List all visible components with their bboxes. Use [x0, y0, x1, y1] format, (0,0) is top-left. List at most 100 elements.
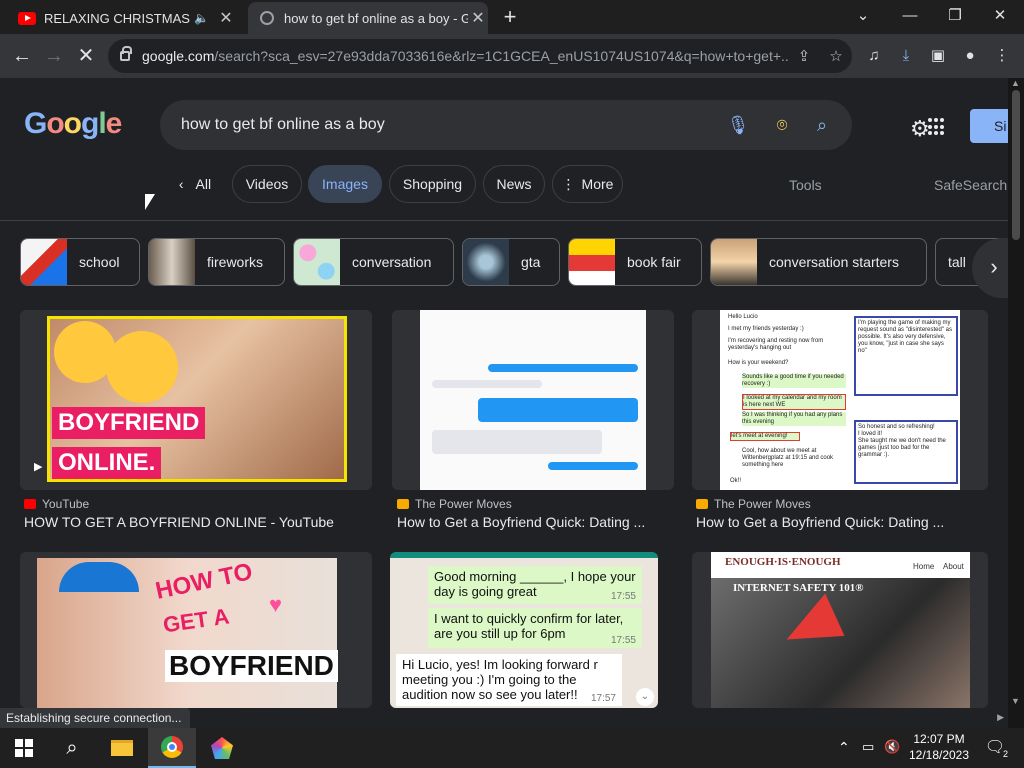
site-nav-about: About: [943, 562, 964, 571]
google-apps-icon[interactable]: [928, 118, 946, 136]
chevron-down-icon[interactable]: ⌄: [843, 4, 883, 28]
minimize-icon[interactable]: —: [890, 4, 930, 28]
lock-icon[interactable]: [120, 46, 132, 61]
chevron-up-icon[interactable]: ⌃: [838, 739, 850, 756]
chip-label: conversation starters: [769, 254, 899, 270]
profile-icon[interactable]: ●: [958, 44, 982, 68]
safesearch-button[interactable]: SafeSearch: [934, 177, 1007, 193]
share-icon[interactable]: ⇪: [788, 47, 820, 65]
forward-icon[interactable]: →: [42, 44, 66, 68]
result-3-image[interactable]: Hello Lucio I met my friends yesterday :…: [692, 310, 988, 490]
chrome-icon[interactable]: [148, 728, 196, 768]
speaker-icon[interactable]: 🔈: [194, 11, 216, 25]
tab-google-search[interactable]: how to get bf online as a boy - G ✕: [248, 2, 488, 34]
chat-text: Hello Lucio: [728, 314, 758, 320]
banner-text: INTERNET SAFETY 101®: [733, 582, 864, 594]
menu-kebab-icon[interactable]: ⋮: [990, 44, 1014, 68]
app-pentagon-icon[interactable]: [198, 728, 246, 768]
result-1-caption[interactable]: HOW TO GET A BOYFRIEND ONLINE - YouTube: [24, 514, 374, 530]
result-1-image[interactable]: BOYFRIEND ONLINE. ▶: [20, 310, 372, 490]
result-2-image[interactable]: [392, 310, 674, 490]
status-bar: Establishing secure connection...: [0, 708, 190, 728]
file-explorer-icon[interactable]: [98, 728, 146, 768]
window-close-icon[interactable]: ✕: [980, 4, 1020, 28]
chip-fireworks[interactable]: fireworks: [148, 238, 285, 286]
result-5-image[interactable]: Good morning ______, I hope your day is …: [390, 552, 658, 708]
bookmark-star-icon[interactable]: ☆: [820, 47, 852, 65]
microphone-icon[interactable]: 🎙: [726, 113, 750, 137]
scroll-down-arrow-icon[interactable]: ▼: [1011, 696, 1020, 706]
search-input[interactable]: how to get bf online as a boy: [181, 116, 385, 134]
website-screenshot: ENOUGH·IS·ENOUGH Home About INTERNET SAF…: [711, 552, 970, 708]
volume-muted-icon[interactable]: 🔇: [884, 739, 900, 755]
chat-text: I want to quickly confirm for later, are…: [434, 611, 624, 641]
new-tab-icon[interactable]: +: [498, 5, 522, 29]
media-control-icon[interactable]: ♫: [862, 44, 886, 68]
sign-in-button[interactable]: Si: [970, 109, 1008, 143]
taskbar-clock[interactable]: 12:07 PM 12/18/2023: [906, 732, 972, 762]
notification-count: 2: [1000, 749, 1010, 759]
annotation-box: So honest and so refreshing! I loved it!…: [854, 420, 958, 484]
result-3-source[interactable]: The Power Moves: [696, 497, 811, 511]
thumbnail-text: HOW TO: [153, 558, 255, 605]
restore-icon[interactable]: ❐: [935, 4, 975, 28]
side-panel-icon[interactable]: ▣: [926, 44, 950, 68]
filter-more[interactable]: ⋮ More: [552, 165, 623, 203]
gear-icon[interactable]: ⚙: [910, 116, 930, 142]
lens-camera-icon[interactable]: ⌾: [770, 113, 794, 137]
close-icon[interactable]: ✕: [216, 8, 236, 28]
source-label: The Power Moves: [714, 497, 811, 511]
back-icon[interactable]: ←: [10, 44, 34, 68]
chat-screenshot: Good morning ______, I hope your day is …: [390, 558, 658, 708]
result-6-image[interactable]: ENOUGH·IS·ENOUGH Home About INTERNET SAF…: [692, 552, 988, 708]
network-icon[interactable]: ▭: [862, 739, 874, 755]
notifications-icon[interactable]: 🗨 2: [984, 737, 1010, 759]
thumbnail-text: GET A: [161, 603, 231, 638]
url-text[interactable]: google.com/search?sca_esv=27e93dda703361…: [142, 48, 788, 64]
result-3-caption[interactable]: How to Get a Boyfriend Quick: Dating ...: [696, 514, 966, 530]
loading-icon: [260, 11, 274, 25]
download-icon[interactable]: ⤓: [894, 44, 918, 68]
scroll-down-icon[interactable]: ⌄: [636, 688, 654, 706]
chat-text: Cool, how about we meet at Wittenbergpla…: [742, 448, 834, 468]
scroll-right-icon[interactable]: ▶: [997, 712, 1004, 723]
annotation-text: I loved it!: [858, 431, 883, 437]
chip-school[interactable]: school: [20, 238, 140, 286]
vertical-scrollbar[interactable]: ▲ ▼: [1008, 78, 1024, 728]
chip-book-fair[interactable]: book fair: [568, 238, 702, 286]
chip-conversation[interactable]: conversation: [293, 238, 454, 286]
chip-thumbnail: [294, 239, 340, 285]
browser-toolbar: ← → ✕ google.com/search?sca_esv=27e93dda…: [0, 34, 1024, 78]
site-banner: INTERNET SAFETY 101®: [711, 578, 970, 708]
filter-shopping[interactable]: Shopping: [389, 165, 476, 203]
address-bar[interactable]: google.com/search?sca_esv=27e93dda703361…: [108, 39, 852, 73]
result-1-source[interactable]: YouTube: [24, 497, 89, 511]
search-icon[interactable]: ⌕: [48, 728, 96, 768]
youtube-icon: [24, 499, 36, 509]
result-2-caption[interactable]: How to Get a Boyfriend Quick: Dating ...: [397, 514, 667, 530]
result-2-source[interactable]: The Power Moves: [397, 497, 512, 511]
filter-videos[interactable]: Videos: [232, 165, 302, 203]
tools-button[interactable]: Tools: [789, 177, 822, 193]
filter-news[interactable]: News: [483, 165, 545, 203]
filter-all[interactable]: ‹ All: [165, 165, 225, 203]
chat-text: Ok!!: [730, 478, 742, 484]
chip-gta[interactable]: gta: [462, 238, 560, 286]
google-logo[interactable]: Google: [24, 107, 122, 141]
stop-loading-icon[interactable]: ✕: [74, 44, 98, 68]
search-box[interactable]: how to get bf online as a boy 🎙 ⌾ ⌕: [160, 100, 852, 150]
scroll-thumb[interactable]: [1012, 90, 1020, 240]
tab-strip: RELAXING CHRISTMAS MUS 🔈 ✕ how to get bf…: [0, 0, 1024, 34]
windows-start-icon[interactable]: [0, 728, 48, 768]
chip-thumbnail: [149, 239, 195, 285]
search-icon[interactable]: ⌕: [810, 113, 834, 137]
scroll-up-icon[interactable]: ▲: [1011, 78, 1020, 88]
chat-text: I met my friends yesterday :): [728, 326, 804, 332]
horizontal-scrollbar[interactable]: ▶: [190, 710, 1008, 728]
result-4-image[interactable]: HOW TO GET A ♥ BOYFRIEND: [20, 552, 372, 708]
close-icon[interactable]: ✕: [468, 8, 488, 28]
filter-images[interactable]: Images: [308, 165, 382, 203]
tab-youtube[interactable]: RELAXING CHRISTMAS MUS 🔈 ✕: [0, 2, 246, 34]
chip-conversation-starters[interactable]: conversation starters: [710, 238, 927, 286]
filter-label: More: [581, 176, 614, 192]
